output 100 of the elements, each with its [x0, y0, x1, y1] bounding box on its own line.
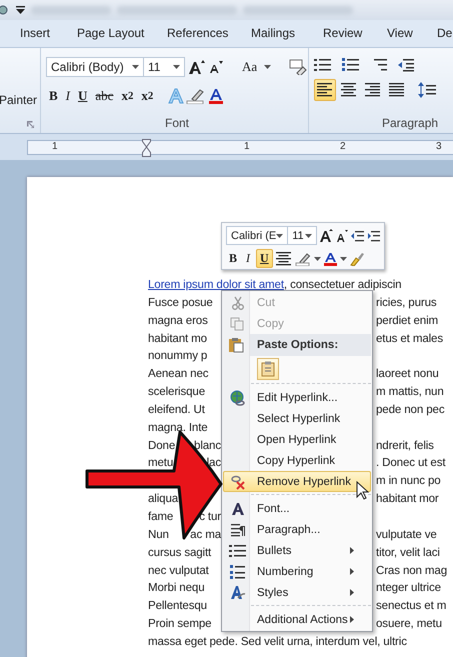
- grow-font-icon[interactable]: [189, 60, 205, 74]
- clipboard-icon: [228, 337, 244, 353]
- align-button[interactable]: [314, 79, 336, 101]
- document-text: Nun: [148, 526, 169, 543]
- indent-marker-icon[interactable]: [142, 138, 151, 156]
- format-button[interactable]: abc: [92, 86, 116, 106]
- document-text: magna eros: [148, 312, 208, 329]
- ribbon-tab[interactable]: Page Layout: [77, 26, 144, 40]
- highlighter-icon[interactable]: [186, 88, 206, 104]
- document-text: habitant mo: [148, 330, 207, 347]
- decrease-indent-icon[interactable]: [351, 230, 364, 242]
- document-text: Aenean nec: [148, 366, 208, 382]
- font-size-dropdown[interactable]: 11: [143, 57, 185, 77]
- document-text: eleifend. Ut: [148, 402, 205, 418]
- align-icon[interactable]: [389, 83, 405, 97]
- ribbon-tab[interactable]: Review: [323, 26, 362, 40]
- menu-item[interactable]: Paragraph...: [223, 519, 371, 540]
- font-name-dropdown[interactable]: Calibri (E: [226, 226, 288, 245]
- ribbon-tab[interactable]: Insert: [20, 26, 50, 40]
- numbering-icon[interactable]: [342, 57, 360, 73]
- document-text: etus et males: [376, 330, 444, 347]
- menu-item[interactable]: Remove Hyperlink: [223, 471, 371, 492]
- document-text: Fusce posue: [148, 294, 213, 311]
- document-text: nec vulputat: [148, 562, 209, 578]
- increase-indent-icon[interactable]: [367, 230, 380, 242]
- format-button[interactable]: B: [46, 86, 61, 106]
- document-text: perdiet enim: [376, 312, 439, 329]
- dropdown-caret-icon[interactable]: [305, 234, 312, 238]
- format-button[interactable]: I: [62, 86, 74, 106]
- document-text: . Donec ut est: [376, 455, 446, 472]
- document-text: pede non pec: [376, 402, 446, 418]
- customize-toolbar-icon[interactable]: [16, 5, 25, 15]
- document-text: Cras non mag: [376, 562, 448, 578]
- ribbon-tab[interactable]: De: [437, 26, 452, 40]
- format-button[interactable]: B: [226, 249, 240, 268]
- submenu-arrow-icon: [350, 547, 354, 554]
- line-spacing-icon[interactable]: [418, 82, 436, 98]
- document-text: aliqua: [148, 491, 178, 508]
- bullet-list-icon[interactable]: [228, 542, 246, 558]
- menu-item[interactable]: Additional Actions: [223, 609, 371, 630]
- document-text: Proin sempe: [148, 616, 212, 632]
- ribbon-tab[interactable]: Mailings: [251, 26, 296, 40]
- submenu-arrow-icon: [350, 616, 354, 623]
- paste-button[interactable]: [257, 358, 279, 380]
- submenu-arrow-icon: [350, 568, 354, 575]
- document-text: m mattis, nun: [376, 384, 445, 400]
- ribbon-tab[interactable]: References: [167, 26, 228, 40]
- format-painter-label[interactable]: Painter: [0, 93, 40, 107]
- align-icon[interactable]: [341, 83, 357, 97]
- group-label: Paragraph: [381, 116, 440, 132]
- ribbon-tab[interactable]: View: [387, 26, 413, 40]
- dropdown-caret-icon[interactable]: [264, 65, 272, 69]
- font-letter-icon: [230, 502, 244, 516]
- menu-item[interactable]: Select Hyperlink: [223, 408, 371, 429]
- font-name-dropdown[interactable]: Calibri (Body): [46, 57, 144, 77]
- document-text: Done: [148, 438, 176, 454]
- menu-item[interactable]: Bullets: [223, 540, 371, 561]
- font-size-dropdown[interactable]: 11: [287, 226, 317, 245]
- document-text: scelerisque: [148, 384, 205, 400]
- dropdown-caret-icon[interactable]: [314, 256, 321, 260]
- format-button[interactable]: I: [243, 249, 254, 268]
- highlighter-icon[interactable]: [294, 252, 311, 266]
- align-icon[interactable]: [317, 83, 333, 97]
- hyperlink[interactable]: Lorem ipsum dolor sit amet: [148, 278, 284, 291]
- document-text: cursus sagitt: [148, 544, 212, 561]
- align-icon[interactable]: [365, 83, 381, 97]
- format-painter-icon[interactable]: [350, 252, 364, 266]
- shrink-font-icon[interactable]: [336, 230, 348, 242]
- document-text: massa eget pede. Sed velit urna, interdum vel, ultric: [148, 634, 408, 650]
- document-text: senectus et m: [376, 598, 448, 614]
- clear-formatting-icon[interactable]: [289, 59, 308, 75]
- menu-item[interactable]: Font...: [223, 498, 371, 519]
- menu-item[interactable]: Numbering: [223, 561, 371, 582]
- decrease-indent-icon[interactable]: [398, 58, 414, 72]
- submenu-arrow-icon: [350, 589, 354, 596]
- document-text: metu: [148, 455, 174, 472]
- font-color-icon[interactable]: [324, 252, 337, 266]
- ruler-number: 2: [340, 140, 346, 152]
- dropdown-caret-icon[interactable]: [132, 65, 139, 69]
- scissors-icon: [230, 296, 244, 310]
- format-button[interactable]: U: [256, 249, 273, 268]
- document-text: habitant mor: [376, 491, 440, 508]
- change-case-button[interactable]: Aa: [239, 57, 260, 77]
- center-align-icon[interactable]: [276, 252, 292, 266]
- bullets-icon[interactable]: [314, 57, 332, 73]
- document-text: ricies, purus: [376, 294, 438, 311]
- dropdown-caret-icon[interactable]: [173, 65, 180, 69]
- dropdown-caret-icon[interactable]: [340, 256, 347, 260]
- format-button[interactable]: U: [75, 86, 90, 106]
- menu-item[interactable]: Open Hyperlink: [223, 429, 371, 450]
- menu-item[interactable]: Edit Hyperlink...: [223, 387, 371, 408]
- menu-item[interactable]: Styles: [223, 582, 371, 603]
- grow-font-icon[interactable]: [320, 229, 333, 242]
- ruler-number: 1: [244, 140, 250, 152]
- dropdown-caret-icon[interactable]: [276, 234, 284, 238]
- font-color-icon[interactable]: [208, 88, 224, 104]
- shrink-font-icon[interactable]: [209, 61, 223, 73]
- clipboard-icon: [261, 360, 275, 376]
- menu-item[interactable]: Copy Hyperlink: [223, 450, 371, 471]
- dialog-launcher-icon[interactable]: [27, 121, 34, 128]
